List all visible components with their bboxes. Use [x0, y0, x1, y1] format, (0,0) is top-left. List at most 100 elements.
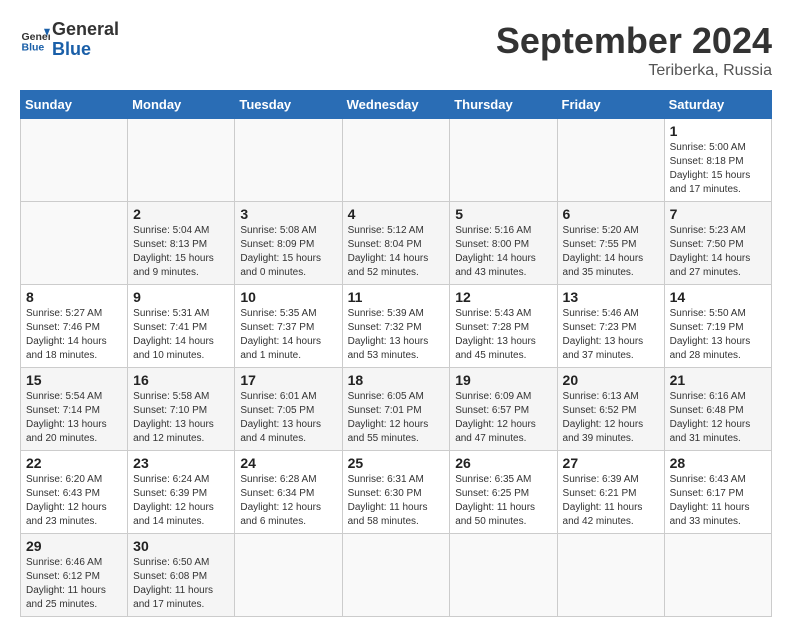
svg-text:Blue: Blue	[22, 41, 45, 53]
calendar-cell	[342, 534, 450, 617]
day-info: Sunrise: 5:43 AM Sunset: 7:28 PM Dayligh…	[455, 307, 551, 363]
calendar-cell: 16Sunrise: 5:58 AM Sunset: 7:10 PM Dayli…	[128, 368, 235, 451]
day-number: 29	[26, 538, 122, 554]
calendar-cell: 29 Sunrise: 6:46 AM Sunset: 6:12 PM Dayli…	[21, 534, 128, 617]
day-number: 25	[348, 455, 445, 471]
day-info: Sunrise: 5:04 AM Sunset: 8:13 PM Dayligh…	[133, 224, 229, 280]
calendar-cell: 6 Sunrise: 5:20 AM Sunset: 7:55 PM Daylig…	[557, 202, 664, 285]
day-number: 30	[133, 538, 229, 554]
day-header-wednesday: Wednesday	[342, 91, 450, 119]
calendar-cell: 8 Sunrise: 5:27 AM Sunset: 7:46 PM Daylig…	[21, 285, 128, 368]
calendar-week-4: 15Sunrise: 5:54 AM Sunset: 7:14 PM Dayli…	[21, 368, 772, 451]
day-number: 5	[455, 206, 551, 222]
calendar-cell: 14Sunrise: 5:50 AM Sunset: 7:19 PM Dayli…	[664, 285, 771, 368]
day-header-thursday: Thursday	[450, 91, 557, 119]
header: General Blue General Blue September 2024…	[20, 20, 772, 80]
title-section: September 2024 Teriberka, Russia	[496, 20, 772, 80]
day-info: Sunrise: 5:50 AM Sunset: 7:19 PM Dayligh…	[670, 307, 766, 363]
calendar-cell: 5 Sunrise: 5:16 AM Sunset: 8:00 PM Daylig…	[450, 202, 557, 285]
day-info: Sunrise: 5:54 AM Sunset: 7:14 PM Dayligh…	[26, 390, 122, 446]
calendar-cell: 10 Sunrise: 5:35 AM Sunset: 7:37 PM Dayli…	[235, 285, 342, 368]
day-info: Sunrise: 5:20 AM Sunset: 7:55 PM Dayligh…	[563, 224, 659, 280]
calendar-cell	[235, 119, 342, 202]
day-info: Sunrise: 5:12 AM Sunset: 8:04 PM Dayligh…	[348, 224, 445, 280]
calendar-week-1: 1Sunrise: 5:00 AM Sunset: 8:18 PM Daylig…	[21, 119, 772, 202]
day-info: Sunrise: 5:35 AM Sunset: 7:37 PM Dayligh…	[240, 307, 336, 363]
calendar-cell	[235, 534, 342, 617]
day-info: Sunrise: 6:50 AM Sunset: 6:08 PM Dayligh…	[133, 556, 229, 612]
day-info: Sunrise: 5:46 AM Sunset: 7:23 PM Dayligh…	[563, 307, 659, 363]
logo: General Blue General Blue	[20, 20, 119, 60]
day-number: 16	[133, 372, 229, 388]
calendar-cell: 27Sunrise: 6:39 AM Sunset: 6:21 PM Dayli…	[557, 451, 664, 534]
day-info: Sunrise: 6:01 AM Sunset: 7:05 PM Dayligh…	[240, 390, 336, 446]
calendar-cell: 23 Sunrise: 6:24 AM Sunset: 6:39 PM Dayli…	[128, 451, 235, 534]
calendar-cell: 3Sunrise: 5:08 AM Sunset: 8:09 PM Daylig…	[235, 202, 342, 285]
calendar-cell: 20 Sunrise: 6:13 AM Sunset: 6:52 PM Dayli…	[557, 368, 664, 451]
calendar-cell: 18 Sunrise: 6:05 AM Sunset: 7:01 PM Dayli…	[342, 368, 450, 451]
day-info: Sunrise: 5:27 AM Sunset: 7:46 PM Dayligh…	[26, 307, 122, 363]
day-info: Sunrise: 6:35 AM Sunset: 6:25 PM Dayligh…	[455, 473, 551, 529]
calendar-cell	[21, 119, 128, 202]
day-number: 17	[240, 372, 336, 388]
day-info: Sunrise: 5:16 AM Sunset: 8:00 PM Dayligh…	[455, 224, 551, 280]
day-number: 24	[240, 455, 336, 471]
day-number: 22	[26, 455, 122, 471]
day-info: Sunrise: 6:20 AM Sunset: 6:43 PM Dayligh…	[26, 473, 122, 529]
day-number: 7	[670, 206, 766, 222]
day-number: 4	[348, 206, 445, 222]
calendar-cell: 28Sunrise: 6:43 AM Sunset: 6:17 PM Dayli…	[664, 451, 771, 534]
day-number: 23	[133, 455, 229, 471]
day-number: 20	[563, 372, 659, 388]
day-info: Sunrise: 6:13 AM Sunset: 6:52 PM Dayligh…	[563, 390, 659, 446]
calendar-week-6: 29 Sunrise: 6:46 AM Sunset: 6:12 PM Dayli…	[21, 534, 772, 617]
calendar-cell: 12Sunrise: 5:43 AM Sunset: 7:28 PM Dayli…	[450, 285, 557, 368]
calendar-cell: 9 Sunrise: 5:31 AM Sunset: 7:41 PM Daylig…	[128, 285, 235, 368]
calendar-cell: 11Sunrise: 5:39 AM Sunset: 7:32 PM Dayli…	[342, 285, 450, 368]
calendar-week-2: 2 Sunrise: 5:04 AM Sunset: 8:13 PM Daylig…	[21, 202, 772, 285]
day-info: Sunrise: 6:09 AM Sunset: 6:57 PM Dayligh…	[455, 390, 551, 446]
day-info: Sunrise: 6:05 AM Sunset: 7:01 PM Dayligh…	[348, 390, 445, 446]
calendar-cell: 1Sunrise: 5:00 AM Sunset: 8:18 PM Daylig…	[664, 119, 771, 202]
calendar-cell	[342, 119, 450, 202]
day-info: Sunrise: 5:31 AM Sunset: 7:41 PM Dayligh…	[133, 307, 229, 363]
day-number: 1	[670, 123, 766, 139]
calendar-table: SundayMondayTuesdayWednesdayThursdayFrid…	[20, 90, 772, 617]
day-number: 9	[133, 289, 229, 305]
day-info: Sunrise: 6:16 AM Sunset: 6:48 PM Dayligh…	[670, 390, 766, 446]
location-title: Teriberka, Russia	[496, 62, 772, 80]
day-number: 13	[563, 289, 659, 305]
calendar-header-row: SundayMondayTuesdayWednesdayThursdayFrid…	[21, 91, 772, 119]
day-info: Sunrise: 6:24 AM Sunset: 6:39 PM Dayligh…	[133, 473, 229, 529]
month-title: September 2024	[496, 20, 772, 62]
day-info: Sunrise: 6:46 AM Sunset: 6:12 PM Dayligh…	[26, 556, 122, 612]
logo-blue: Blue	[52, 40, 119, 60]
calendar-cell: 13 Sunrise: 5:46 AM Sunset: 7:23 PM Dayli…	[557, 285, 664, 368]
day-header-sunday: Sunday	[21, 91, 128, 119]
calendar-body: 1Sunrise: 5:00 AM Sunset: 8:18 PM Daylig…	[21, 119, 772, 617]
day-number: 2	[133, 206, 229, 222]
calendar-cell	[450, 534, 557, 617]
calendar-cell: 25Sunrise: 6:31 AM Sunset: 6:30 PM Dayli…	[342, 451, 450, 534]
day-info: Sunrise: 6:28 AM Sunset: 6:34 PM Dayligh…	[240, 473, 336, 529]
day-number: 8	[26, 289, 122, 305]
day-header-saturday: Saturday	[664, 91, 771, 119]
calendar-week-3: 8 Sunrise: 5:27 AM Sunset: 7:46 PM Daylig…	[21, 285, 772, 368]
day-number: 10	[240, 289, 336, 305]
calendar-week-5: 22 Sunrise: 6:20 AM Sunset: 6:43 PM Dayli…	[21, 451, 772, 534]
calendar-cell	[450, 119, 557, 202]
calendar-cell: 15Sunrise: 5:54 AM Sunset: 7:14 PM Dayli…	[21, 368, 128, 451]
calendar-cell: 30 Sunrise: 6:50 AM Sunset: 6:08 PM Dayli…	[128, 534, 235, 617]
day-header-friday: Friday	[557, 91, 664, 119]
day-header-monday: Monday	[128, 91, 235, 119]
calendar-cell: 2 Sunrise: 5:04 AM Sunset: 8:13 PM Daylig…	[128, 202, 235, 285]
day-number: 6	[563, 206, 659, 222]
calendar-cell	[21, 202, 128, 285]
calendar-cell	[664, 534, 771, 617]
calendar-cell	[128, 119, 235, 202]
calendar-cell: 21Sunrise: 6:16 AM Sunset: 6:48 PM Dayli…	[664, 368, 771, 451]
day-info: Sunrise: 5:08 AM Sunset: 8:09 PM Dayligh…	[240, 224, 336, 280]
day-number: 27	[563, 455, 659, 471]
calendar-cell	[557, 534, 664, 617]
day-number: 18	[348, 372, 445, 388]
